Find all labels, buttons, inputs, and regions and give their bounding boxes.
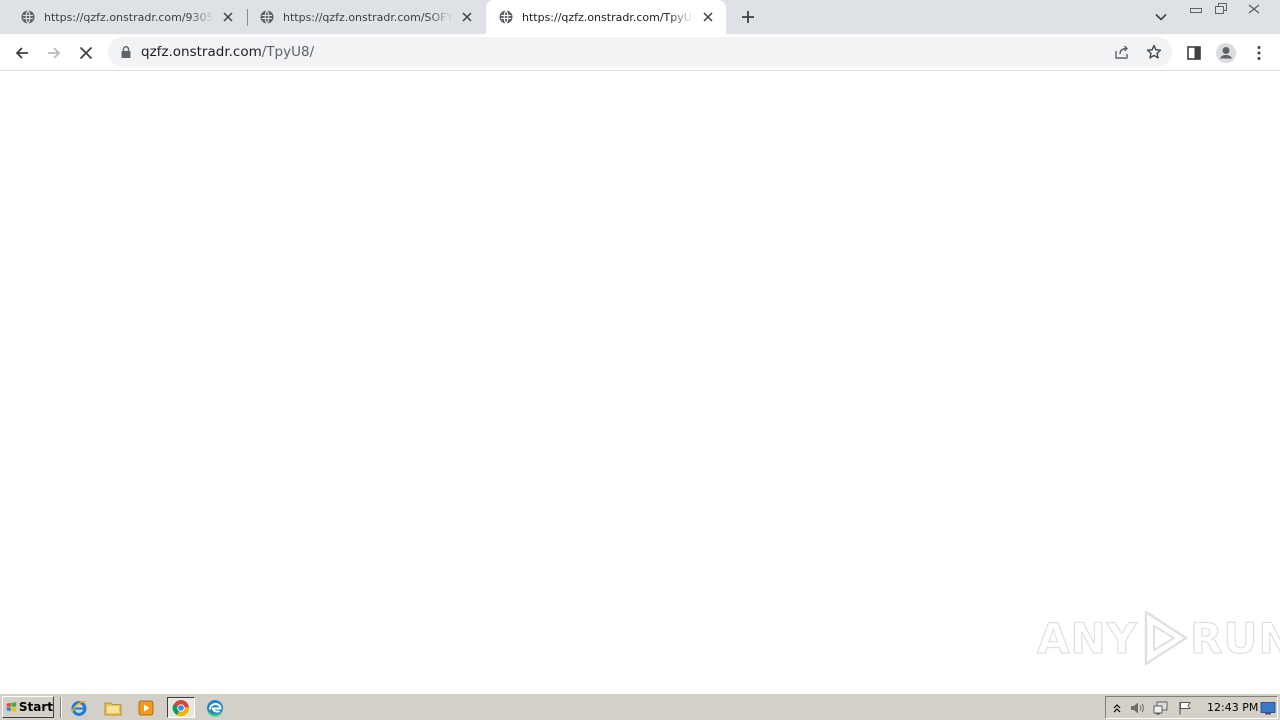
action-center-tray-icon[interactable]	[1177, 700, 1193, 716]
show-desktop-button[interactable]	[1260, 700, 1276, 716]
tab-title: https://qzfz.onstradr.com/9305234054/	[44, 10, 214, 24]
url-path: /TpyU8/	[261, 44, 315, 60]
globe-icon	[260, 10, 274, 24]
network-icon	[1153, 701, 1168, 715]
play-logo-icon	[1144, 610, 1188, 666]
taskbar-divider	[60, 697, 62, 718]
bookmark-button[interactable]	[1143, 41, 1165, 63]
system-tray: 12:43 PM	[1105, 696, 1278, 719]
tab-1[interactable]: https://qzfz.onstradr.com/9305234054/	[8, 0, 246, 34]
profile-button[interactable]	[1212, 39, 1240, 67]
tab-title: https://qzfz.onstradr.com/TpyU8/	[522, 10, 694, 24]
share-icon	[1115, 45, 1128, 59]
anyrun-watermark: ANY RUN	[1036, 608, 1280, 668]
taskbar-chrome[interactable]	[167, 697, 195, 718]
restore-button[interactable]	[1208, 0, 1234, 17]
flag-icon	[1179, 702, 1191, 715]
share-button[interactable]	[1111, 41, 1133, 63]
stop-loading-button[interactable]	[72, 39, 100, 67]
arrow-left-icon	[15, 47, 28, 59]
globe-icon	[499, 10, 513, 24]
star-icon	[1146, 44, 1162, 59]
speaker-icon	[1131, 702, 1144, 714]
windows-flag-icon	[6, 702, 17, 712]
stop-icon	[79, 46, 93, 60]
minimize-button[interactable]	[1183, 0, 1209, 17]
taskbar-clock[interactable]: 12:43 PM	[1207, 701, 1258, 714]
volume-tray-icon[interactable]	[1130, 700, 1146, 716]
tab-strip: https://qzfz.onstradr.com/9305234054/ ht…	[0, 0, 1280, 34]
close-tab-icon[interactable]	[459, 9, 475, 25]
close-tab-icon[interactable]	[220, 9, 236, 25]
side-panel-icon	[1187, 46, 1201, 60]
chevron-down-icon	[1155, 13, 1167, 21]
lock-icon[interactable]	[119, 45, 133, 59]
tab-3-active[interactable]: https://qzfz.onstradr.com/TpyU8/	[486, 0, 726, 34]
forward-button[interactable]	[40, 39, 68, 67]
network-tray-icon[interactable]	[1153, 700, 1169, 716]
arrow-right-icon	[48, 47, 61, 59]
chevron-up-icon	[1113, 704, 1121, 713]
taskbar-internet-explorer[interactable]	[68, 697, 90, 718]
media-player-icon	[138, 700, 154, 715]
tab-2[interactable]: https://qzfz.onstradr.com/SOFYOIQ	[247, 0, 485, 34]
watermark-text-right: RUN	[1189, 613, 1280, 663]
edge-icon	[207, 699, 223, 717]
kebab-menu-icon	[1257, 46, 1261, 60]
taskbar-file-explorer[interactable]	[102, 697, 124, 718]
minimize-icon	[1190, 7, 1202, 13]
url-text[interactable]: qzfz.onstradr.com/TpyU8/	[141, 44, 314, 60]
close-tab-icon[interactable]	[700, 9, 716, 25]
watermark-text-left: ANY	[1036, 613, 1139, 663]
new-tab-button[interactable]	[736, 5, 760, 29]
avatar-icon	[1216, 43, 1236, 63]
address-bar[interactable]: qzfz.onstradr.com/TpyU8/	[108, 37, 1172, 67]
url-host: qzfz.onstradr.com	[141, 44, 262, 60]
plus-icon	[742, 11, 754, 23]
start-label: Start	[18, 700, 53, 714]
back-button[interactable]	[8, 39, 36, 67]
close-icon	[1248, 3, 1260, 14]
browser-menu-button[interactable]	[1245, 39, 1273, 67]
internet-explorer-icon	[71, 700, 87, 716]
start-button[interactable]: Start	[2, 696, 54, 718]
desktop-icon	[1260, 702, 1276, 715]
page-content	[0, 72, 1280, 692]
side-panel-button[interactable]	[1180, 39, 1208, 67]
restore-icon	[1215, 3, 1227, 14]
tab-search-button[interactable]	[1150, 6, 1172, 28]
globe-icon	[21, 10, 35, 24]
taskbar: Start 12:43 PM	[0, 693, 1280, 720]
close-window-button[interactable]	[1241, 0, 1267, 17]
browser-toolbar: qzfz.onstradr.com/TpyU8/	[0, 34, 1280, 71]
tab-title: https://qzfz.onstradr.com/SOFYOIQ	[283, 10, 453, 24]
show-hidden-icons-button[interactable]	[1109, 700, 1125, 716]
chrome-icon	[172, 699, 190, 716]
taskbar-edge[interactable]	[201, 697, 229, 718]
taskbar-media-player[interactable]	[135, 697, 157, 718]
folder-icon	[104, 702, 122, 715]
